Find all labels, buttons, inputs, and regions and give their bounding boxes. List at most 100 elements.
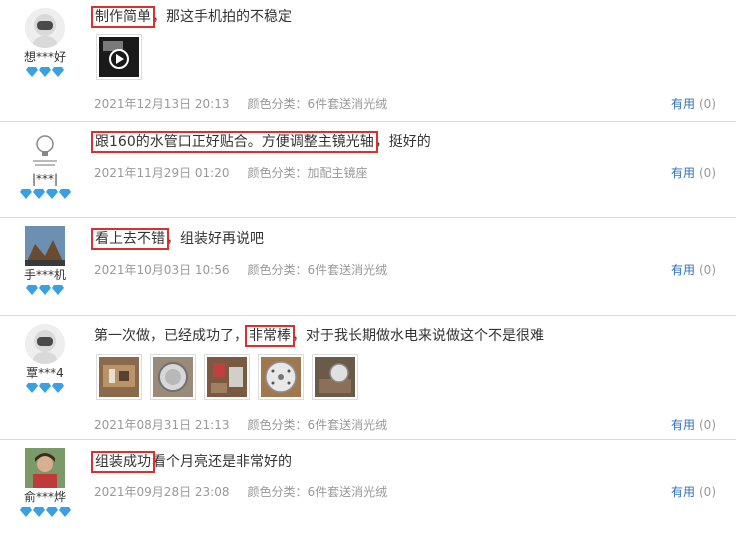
review-meta: 2021年12月13日 20:13 颜色分类：6件套送消光绒 <box>94 95 387 112</box>
diamond-rating <box>12 188 78 200</box>
reviewer-name: 想***好 <box>23 50 66 64</box>
useful-count: (0) <box>699 166 716 180</box>
photo-icon <box>153 357 193 397</box>
diamond-rating <box>12 284 78 296</box>
review-meta: 2021年10月03日 10:56 颜色分类：6件套送消光绒 <box>94 261 387 278</box>
review-text-rest: ，对于我长期做水电来说做这个不是很难 <box>292 328 544 344</box>
photo-icon <box>99 357 139 397</box>
diamond-icon <box>52 382 64 393</box>
review-item: 覃***4 第一次做，已经成功了，非常棒，对于我长期做水电来说做这个不是很难 2… <box>0 316 736 440</box>
review-text: 看上去不错，组装好再说吧 <box>91 228 264 250</box>
useful-label[interactable]: 有用 <box>671 263 695 277</box>
avatar[interactable] <box>25 8 65 48</box>
reviewer: 俞***烨 <box>12 440 78 518</box>
color-value: 6件套送消光绒 <box>307 485 388 499</box>
useful-button[interactable]: 有用 (0) <box>671 164 716 181</box>
astronaut-avatar-icon <box>25 8 65 48</box>
diamond-icon <box>45 188 58 199</box>
diamond-icon <box>26 382 38 393</box>
review-meta: 2021年09月28日 23:08 颜色分类：6件套送消光绒 <box>94 483 387 500</box>
reviewer: 覃***4 <box>12 316 78 394</box>
media-thumbnails <box>96 34 150 80</box>
avatar[interactable] <box>25 130 65 170</box>
review-list: 想***好 制作简单，那这手机拍的不稳定 2021年12月13日 20:13 颜… <box>0 0 752 534</box>
review-date: 2021年08月31日 21:13 <box>94 418 230 432</box>
review-meta: 2021年11月29日 01:20 颜色分类：加配主镜座 <box>94 164 368 181</box>
highlighted-phrase: 看上去不错 <box>91 228 169 250</box>
diamond-icon <box>58 188 71 199</box>
video-play-icon <box>99 37 139 77</box>
person-avatar-icon <box>25 448 65 488</box>
diamond-icon <box>32 188 45 199</box>
useful-label[interactable]: 有用 <box>671 97 695 111</box>
review-date: 2021年10月03日 10:56 <box>94 263 230 277</box>
useful-count: (0) <box>699 485 716 499</box>
useful-button[interactable]: 有用 (0) <box>671 416 716 433</box>
color-value: 6件套送消光绒 <box>307 418 388 432</box>
review-text-rest: ，组装好再说吧 <box>166 231 264 247</box>
diamond-icon <box>52 66 64 77</box>
diamond-icon <box>19 188 32 199</box>
diamond-icon <box>52 284 64 295</box>
photo-icon <box>207 357 247 397</box>
diamond-icon <box>39 382 51 393</box>
review-text-rest: ，那这手机拍的不稳定 <box>152 9 292 25</box>
reviewer-name: 俞***烨 <box>23 490 66 504</box>
highlighted-phrase: 制作简单 <box>91 6 155 28</box>
avatar[interactable] <box>25 226 65 266</box>
photo-thumbnail[interactable] <box>312 354 358 400</box>
review-date: 2021年11月29日 01:20 <box>94 166 230 180</box>
review-item: |***| 跟160的水管口正好贴合。方便调整主镜光轴，挺好的 2021年11月… <box>0 122 736 218</box>
diamond-icon <box>58 506 71 517</box>
diamond-rating <box>12 66 78 78</box>
diamond-icon <box>26 284 38 295</box>
reviewer-name: 手***机 <box>23 268 66 282</box>
photo-thumbnail[interactable] <box>258 354 304 400</box>
photo-thumbnail[interactable] <box>150 354 196 400</box>
photo-thumbnail[interactable] <box>96 354 142 400</box>
useful-label[interactable]: 有用 <box>671 418 695 432</box>
useful-count: (0) <box>699 97 716 111</box>
landscape-avatar-icon <box>25 226 65 266</box>
color-label: 颜色分类： <box>247 485 308 499</box>
color-label: 颜色分类： <box>247 263 308 277</box>
review-meta: 2021年08月31日 21:13 颜色分类：6件套送消光绒 <box>94 416 387 433</box>
media-thumbnails <box>96 354 366 400</box>
diamond-icon <box>32 506 45 517</box>
review-text-pre: 第一次做，已经成功了， <box>94 328 248 344</box>
highlighted-phrase: 非常棒 <box>245 325 295 347</box>
reviewer: 想***好 <box>12 0 78 78</box>
diamond-icon <box>39 284 51 295</box>
diamond-icon <box>39 66 51 77</box>
review-item: 想***好 制作简单，那这手机拍的不稳定 2021年12月13日 20:13 颜… <box>0 0 736 122</box>
reviewer-name: 覃***4 <box>26 366 64 380</box>
lightbulb-avatar-icon <box>25 130 65 170</box>
photo-icon <box>315 357 355 397</box>
astronaut-avatar-icon <box>25 324 65 364</box>
useful-button[interactable]: 有用 (0) <box>671 261 716 278</box>
review-item: 手***机 看上去不错，组装好再说吧 2021年10月03日 10:56 颜色分类… <box>0 218 736 316</box>
video-thumbnail[interactable] <box>96 34 142 80</box>
diamond-rating <box>12 506 78 518</box>
review-text: 制作简单，那这手机拍的不稳定 <box>91 6 292 28</box>
color-label: 颜色分类： <box>247 166 308 180</box>
review-text-rest: 看个月亮还是非常好的 <box>152 454 292 470</box>
avatar[interactable] <box>25 448 65 488</box>
diamond-icon <box>19 506 32 517</box>
useful-button[interactable]: 有用 (0) <box>671 95 716 112</box>
review-text: 跟160的水管口正好贴合。方便调整主镜光轴，挺好的 <box>91 131 431 153</box>
useful-count: (0) <box>699 418 716 432</box>
useful-button[interactable]: 有用 (0) <box>671 483 716 500</box>
avatar[interactable] <box>25 324 65 364</box>
useful-label[interactable]: 有用 <box>671 485 695 499</box>
color-value: 6件套送消光绒 <box>307 263 388 277</box>
photo-thumbnail[interactable] <box>204 354 250 400</box>
reviewer: 手***机 <box>12 218 78 296</box>
color-value: 加配主镜座 <box>307 166 368 180</box>
review-item: 俞***烨 组装成功看个月亮还是非常好的 2021年09月28日 23:08 颜色… <box>0 440 736 534</box>
review-text: 组装成功看个月亮还是非常好的 <box>91 451 292 473</box>
diamond-rating <box>12 382 78 394</box>
useful-label[interactable]: 有用 <box>671 166 695 180</box>
diamond-icon <box>45 506 58 517</box>
highlighted-phrase: 组装成功 <box>91 451 155 473</box>
